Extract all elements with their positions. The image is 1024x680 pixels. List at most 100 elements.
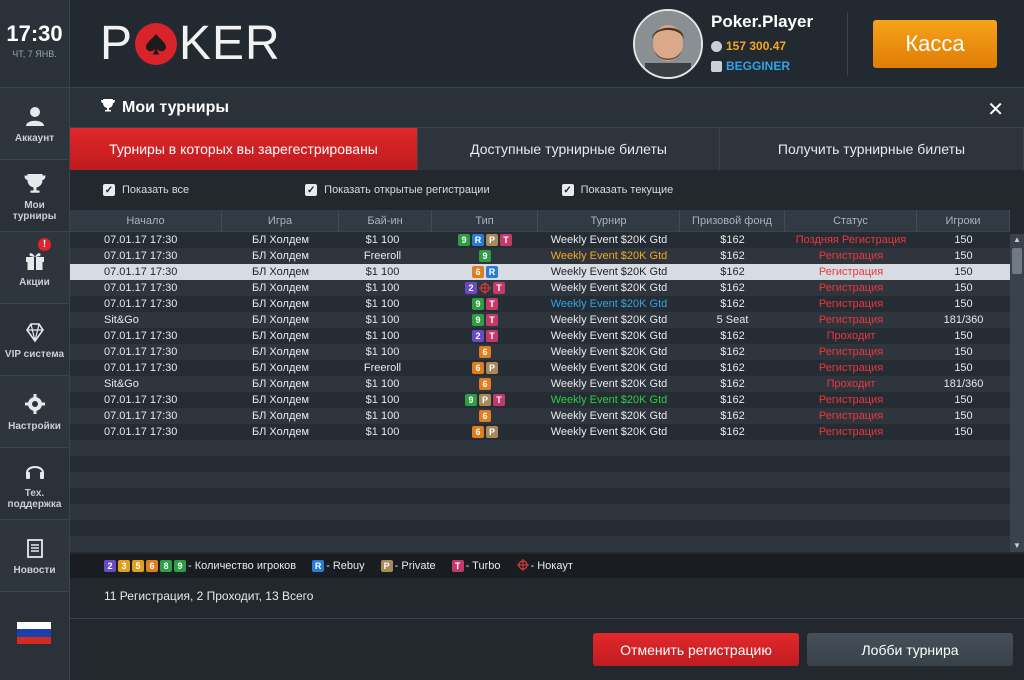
rebuy-icon: R [486, 266, 498, 278]
table-row[interactable]: 07.01.17 17:30 БЛ Холдем $1 100 2 T Weekly Ev… [70, 280, 1010, 296]
cell-prize: $162 [720, 282, 745, 294]
cell-buyin: $1 100 [365, 426, 400, 438]
cell-status: Регистрация [818, 346, 884, 358]
cashier-button[interactable]: Касса [873, 20, 997, 68]
turbo-icon: T [451, 560, 464, 572]
clock: 17:30 ЧТ, 7 ЯНВ. [0, 0, 69, 88]
sidebar-item-4[interactable]: Настройки [0, 376, 69, 448]
cell-players: 150 [954, 298, 973, 310]
level-value: BEGGINER [726, 59, 791, 73]
header-divider [847, 12, 848, 76]
cell-buyin: Freeroll [363, 250, 402, 262]
table-row[interactable]: 07.01.17 17:30 БЛ Холдем Freeroll 6 P Weekly … [70, 360, 1010, 376]
cell-buyin: Freeroll [363, 362, 402, 374]
column-header-5[interactable]: Призовой фонд [680, 210, 785, 231]
table-scrollbar[interactable]: ▲ ▼ [1010, 234, 1024, 552]
cell-game: БЛ Холдем [251, 330, 310, 342]
sidebar-item-6[interactable]: Новости [0, 520, 69, 592]
legend-knockout-label: - Нокаут [530, 560, 573, 572]
column-header-0[interactable]: Начало [70, 210, 222, 231]
table-body: 07.01.17 17:30 БЛ Холдем $1 100 9 R P T Weekly … [70, 232, 1010, 552]
cell-type: 2T [432, 328, 538, 344]
cell-tournament: Weekly Event $20K Gtd [550, 426, 668, 438]
news-icon [22, 535, 48, 561]
cell-players: 150 [954, 234, 973, 246]
table-row[interactable]: 07.01.17 17:30 БЛ Холдем $1 100 9 T Weekly Ev… [70, 296, 1010, 312]
sidebar-item-2[interactable]: Акции! [0, 232, 69, 304]
cell-players: 150 [954, 266, 973, 278]
clock-time: 17:30 [6, 21, 63, 46]
column-header-3[interactable]: Тип [432, 210, 538, 231]
table-row[interactable]: 07.01.17 17:30 БЛ Холдем $1 100 2 T Weekly Ev… [70, 328, 1010, 344]
table-row[interactable]: 07.01.17 17:30 БЛ Холдем $1 100 9 R P T Weekly … [70, 232, 1010, 248]
cell-status: Регистрация [818, 426, 884, 438]
scroll-down-icon[interactable]: ▼ [1013, 542, 1021, 550]
tournament-lobby-button[interactable]: Лобби турнира [807, 633, 1013, 666]
filter-checkbox-1[interactable]: ✓ Показать открытые регистрации [305, 184, 490, 196]
avatar[interactable] [633, 9, 703, 79]
headset-icon [22, 458, 48, 484]
table-row[interactable]: Sit&Go БЛ Холдем $1 100 9 T Weekly Event $20K… [70, 312, 1010, 328]
cell-start: 07.01.17 17:30 [104, 394, 178, 406]
column-header-4[interactable]: Турнир [538, 210, 680, 231]
poker-logo[interactable]: P KER [100, 18, 281, 70]
player-count-badges: 235689 [104, 560, 186, 572]
sidebar-item-1[interactable]: Мои турниры [0, 160, 69, 232]
sidebar-item-5[interactable]: Тех. поддержка [0, 448, 69, 520]
sidebar-item-label: Акции [19, 277, 50, 288]
cell-players: 150 [954, 410, 973, 422]
turbo-icon: T [486, 314, 498, 326]
cell-status: Регистрация [818, 282, 884, 294]
players-9-icon: 9 [472, 298, 484, 310]
tab-2[interactable]: Получить турнирные билеты [720, 128, 1024, 170]
cell-start: Sit&Go [104, 314, 139, 326]
balance-value: 157 300.47 [726, 39, 787, 53]
cell-type: 9PT [432, 392, 538, 408]
sidebar-item-0[interactable]: Аккаунт [0, 88, 69, 160]
cell-tournament: Weekly Event $20K Gtd [550, 282, 668, 294]
cell-game: БЛ Холдем [251, 410, 310, 422]
cell-game: БЛ Холдем [251, 282, 310, 294]
tab-1[interactable]: Доступные турнирные билеты [418, 128, 720, 170]
cell-prize: $162 [720, 410, 745, 422]
cell-game: БЛ Холдем [251, 362, 310, 374]
cell-start: 07.01.17 17:30 [104, 298, 178, 310]
table-row[interactable]: Sit&Go БЛ Холдем $1 100 6 Weekly Event $20K … [70, 376, 1010, 392]
sidebar-item-3[interactable]: VIP система [0, 304, 69, 376]
cell-prize: $162 [720, 362, 745, 374]
cell-game: БЛ Холдем [251, 234, 310, 246]
cell-type: 9RPT [432, 232, 538, 248]
filter-checkbox-0[interactable]: ✓ Показать все [103, 184, 189, 196]
legend-rebuy-label: - Rebuy [326, 560, 365, 572]
cell-prize: $162 [720, 250, 745, 262]
table-row[interactable]: 07.01.17 17:30 БЛ Холдем $1 100 9 P T Weekly E… [70, 392, 1010, 408]
cell-start: 07.01.17 17:30 [104, 282, 178, 294]
table-row[interactable]: 07.01.17 17:30 БЛ Холдем $1 100 6 P Weekly Ev… [70, 424, 1010, 440]
empty-row [70, 440, 1010, 456]
cell-status: Регистрация [818, 362, 884, 374]
close-icon[interactable]: ✕ [987, 97, 1004, 122]
filter-label: Показать открытые регистрации [324, 184, 490, 196]
cell-buyin: $1 100 [365, 282, 400, 294]
scroll-thumb[interactable] [1012, 248, 1022, 274]
summary-text: 11 Регистрация, 2 Проходит, 13 Всего [104, 589, 314, 603]
app-window: 17:30 ЧТ, 7 ЯНВ. Аккаунт Мои турниры Акции… [0, 0, 1024, 680]
cell-start: Sit&Go [104, 378, 139, 390]
column-header-2[interactable]: Бай-ин [339, 210, 432, 231]
cell-start: 07.01.17 17:30 [104, 426, 178, 438]
scroll-up-icon[interactable]: ▲ [1013, 236, 1021, 244]
tab-0[interactable]: Турниры в которых вы зарегестрированы [70, 128, 418, 170]
table-row[interactable]: 07.01.17 17:30 БЛ Холдем Freeroll 9 Weekly E… [70, 248, 1010, 264]
table-row[interactable]: 07.01.17 17:30 БЛ Холдем $1 100 6 R Weekly Ev… [70, 264, 1010, 280]
cell-status: Поздняя Регистрация [795, 234, 907, 246]
cancel-registration-button[interactable]: Отменить регистрацию [593, 633, 799, 666]
column-header-1[interactable]: Игра [222, 210, 339, 231]
table-row[interactable]: 07.01.17 17:30 БЛ Холдем $1 100 6 Weekly Eve… [70, 344, 1010, 360]
column-header-6[interactable]: Статус [785, 210, 917, 231]
cell-buyin: $1 100 [365, 394, 400, 406]
cell-tournament: Weekly Event $20K Gtd [550, 266, 668, 278]
filter-checkbox-2[interactable]: ✓ Показать текущие [561, 184, 673, 196]
table-row[interactable]: 07.01.17 17:30 БЛ Холдем $1 100 6 Weekly Eve… [70, 408, 1010, 424]
column-header-7[interactable]: Игроки [917, 210, 1010, 231]
russia-flag-icon[interactable] [17, 622, 51, 644]
